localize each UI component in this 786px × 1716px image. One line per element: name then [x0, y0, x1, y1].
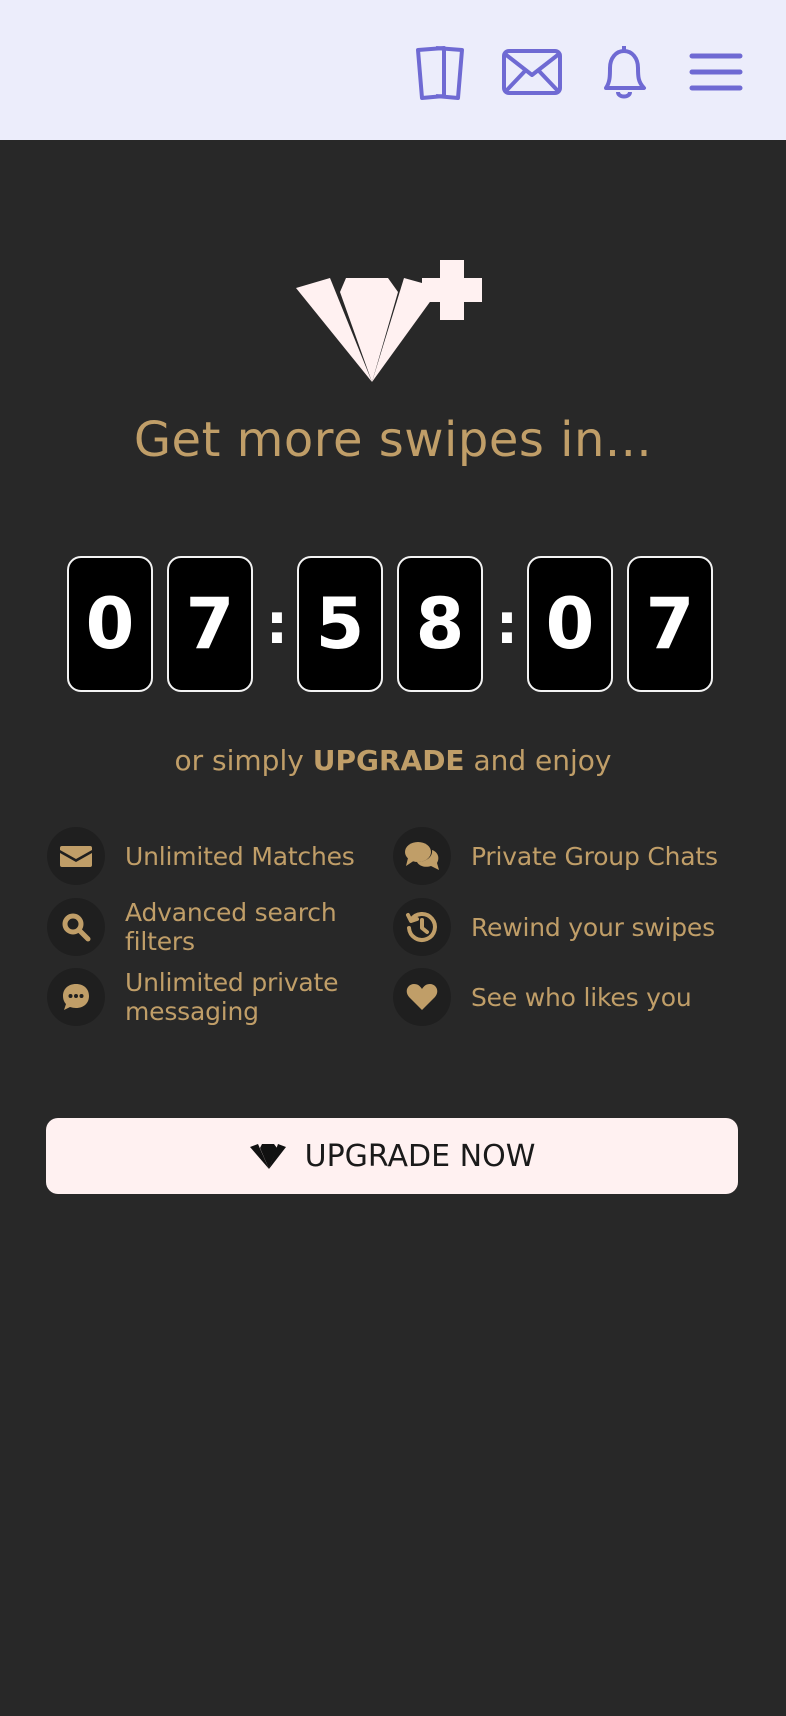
feature-item: See who likes you [393, 967, 733, 1027]
mail-icon[interactable] [500, 40, 564, 104]
menu-icon[interactable] [684, 40, 748, 104]
countdown-timer: 0 7 : 5 8 : 0 7 [0, 556, 786, 696]
feature-item: Rewind your swipes [393, 897, 733, 957]
feature-label: Unlimited Matches [125, 841, 355, 871]
feature-label: Unlimited private messaging [125, 968, 339, 1026]
feature-label: Rewind your swipes [471, 912, 715, 942]
cards-icon[interactable] [408, 40, 472, 104]
headline: Get more swipes in... [133, 412, 653, 468]
time-separator: : [495, 591, 519, 657]
feature-item: Private Group Chats [393, 826, 733, 886]
hours-tens-digit: 0 [67, 556, 153, 692]
diamond-plus-logo [290, 258, 500, 408]
feature-item: Unlimited private messaging [47, 967, 387, 1027]
upsell-line: or simply UPGRADE and enjoy [0, 744, 786, 777]
upgrade-now-label: UPGRADE NOW [304, 1138, 536, 1174]
heart-icon [393, 968, 451, 1026]
upsell-prefix: or simply [174, 744, 304, 777]
feature-label: Advanced search filters [125, 898, 337, 956]
minutes-ones-digit: 8 [397, 556, 483, 692]
feature-label: See who likes you [471, 982, 692, 1012]
upsell-suffix: and enjoy [473, 744, 612, 777]
top-nav-bar [0, 0, 786, 140]
feature-item: Advanced search filters [47, 897, 387, 957]
upsell-emphasis: UPGRADE [312, 744, 465, 777]
upgrade-panel: Get more swipes in... 0 7 : 5 8 : 0 7 or… [0, 140, 786, 1716]
seconds-ones-digit: 7 [627, 556, 713, 692]
feature-item: Unlimited Matches [47, 826, 387, 886]
minutes-tens-digit: 5 [297, 556, 383, 692]
bell-icon[interactable] [592, 40, 656, 104]
diamond-icon [249, 1141, 293, 1171]
envelope-icon [47, 827, 105, 885]
upgrade-now-button[interactable]: UPGRADE NOW [46, 1118, 738, 1194]
chat-bubbles-icon [393, 827, 451, 885]
search-icon [47, 898, 105, 956]
message-icon [47, 968, 105, 1026]
feature-label: Private Group Chats [471, 841, 718, 871]
time-separator: : [265, 591, 289, 657]
seconds-tens-digit: 0 [527, 556, 613, 692]
history-icon [393, 898, 451, 956]
hours-ones-digit: 7 [167, 556, 253, 692]
